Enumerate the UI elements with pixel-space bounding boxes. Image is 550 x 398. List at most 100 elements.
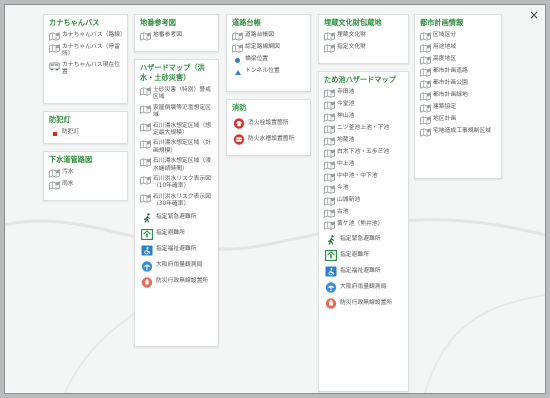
red-square-icon: [49, 129, 60, 138]
layer-item-label: 中中池・中下池: [337, 173, 378, 179]
layer-item[interactable]: 汚水: [44, 169, 127, 178]
layer-item[interactable]: 用途地域: [415, 44, 501, 53]
layer-item[interactable]: 大阪府雨量観測局: [319, 281, 408, 294]
layer-item-label: 神山池: [337, 113, 355, 119]
layer-item[interactable]: 道路台帳図: [227, 32, 310, 41]
layer-item[interactable]: 消火栓設置箇所: [227, 117, 310, 130]
shelter-icon: [324, 249, 338, 262]
map-layer-icon: [324, 113, 335, 122]
layer-item-label: 地区計画: [433, 116, 457, 122]
map-layer-icon: [324, 185, 335, 194]
layer-item[interactable]: 都市計画公園: [415, 80, 501, 89]
map-layer-icon: [324, 149, 335, 158]
layer-item[interactable]: 黄ケ池（熊井池）: [319, 221, 408, 230]
layer-item[interactable]: カナちゃんバス（停留所）: [44, 44, 127, 59]
layer-item-label: 橋梁位置: [245, 56, 269, 62]
panel-buried-cultural-property: 埋蔵文化財包蔵地 埋蔵文化財 指定文化財: [318, 14, 409, 64]
layer-item[interactable]: 石川洪水リスク表示図（30年確率）: [135, 194, 218, 209]
layer-item[interactable]: 防火水槽設置箇所: [227, 133, 310, 146]
layer-item[interactable]: 雨水: [44, 181, 127, 190]
map-layer-icon: [324, 173, 335, 182]
layer-item[interactable]: 中上池: [319, 161, 408, 170]
panel-urban-planning-info: 都市計画情報 区域区分用途地域高度地区都市計画道路 都市計画公園 都市計画緑地 建築協…: [414, 14, 502, 179]
layer-item[interactable]: 家屋倒壊等氾濫想定区域: [135, 105, 218, 120]
layer-item-label: 今堂池: [337, 101, 355, 107]
layer-item[interactable]: 神山池: [319, 113, 408, 122]
map-layer-icon: [324, 32, 335, 41]
map-layer-icon: [49, 181, 60, 190]
layer-item[interactable]: 今堂池: [319, 101, 408, 110]
layer-item[interactable]: 石川湯水想定区域（浸水継続時間）: [135, 158, 218, 173]
layer-item[interactable]: 中中池・中下池: [319, 173, 408, 182]
layer-item[interactable]: 都市計画道路: [415, 68, 501, 77]
layer-item[interactable]: 指定文化財: [319, 44, 408, 53]
radio-icon: [324, 297, 338, 310]
panel-title: ハザードマップ（洪水・土砂災害）: [140, 63, 205, 82]
layer-item[interactable]: 高度地区: [415, 56, 501, 65]
layer-item[interactable]: 埋蔵文化財: [319, 32, 408, 41]
layer-item[interactable]: トンネル位置: [227, 68, 310, 77]
map-layer-icon: [420, 44, 431, 53]
map-layer-icon: [324, 101, 335, 110]
layer-item[interactable]: 指定避難所: [135, 228, 218, 241]
layer-item[interactable]: 防災行政無線設置所: [319, 297, 408, 310]
layer-item[interactable]: カナちゃんバス（路線）: [44, 32, 127, 41]
layer-item[interactable]: 古池: [319, 209, 408, 218]
layer-item[interactable]: 指定緊急避難所: [135, 212, 218, 225]
panel-title: 都市計画情報: [420, 18, 464, 27]
layer-item-label: 黄ケ池（熊井池）: [337, 221, 384, 227]
map-layer-icon: [140, 158, 151, 168]
layer-item-label: 石川湯水想定区域（想定最大規模）: [153, 122, 211, 137]
layer-item-label: 石川湯水想定区域（計画規模）: [153, 140, 211, 154]
layer-item-label: 白木下池・五歩芒池: [337, 149, 390, 155]
layer-item[interactable]: 白木下池・五歩芒池: [319, 149, 408, 158]
welfare-shelter-icon: [324, 265, 338, 278]
layer-item[interactable]: 地区計画: [415, 116, 501, 125]
layer-item[interactable]: 橋梁位置: [227, 56, 310, 65]
layer-item-label: 指定緊急避難所: [156, 214, 197, 221]
layer-item-label: 指定福祉避難所: [156, 246, 197, 253]
layer-item[interactable]: 宅地造成工事規制区域: [415, 128, 501, 137]
layer-item-label: 石川洪水リスク表示図（30年確率）: [153, 193, 211, 208]
layer-item-label: 寺田池: [337, 89, 355, 95]
close-button[interactable]: ×: [527, 8, 541, 22]
map-layer-icon: [420, 104, 431, 113]
layer-item[interactable]: 寺田池: [319, 89, 408, 98]
layer-item[interactable]: 建築協定: [415, 104, 501, 113]
map-layer-icon: [420, 92, 431, 101]
layer-item[interactable]: 地蔵池: [319, 137, 408, 146]
layer-item[interactable]: 二ツ釜池上池・下池: [319, 125, 408, 134]
map-layer-icon: [324, 89, 335, 98]
map-layer-icon: [324, 44, 335, 53]
layer-item[interactable]: 石川湯水想定区域（想定最大規模）: [135, 123, 218, 138]
map-layer-icon: [232, 32, 243, 41]
layer-item[interactable]: カナちゃんバス現在位置: [44, 62, 127, 77]
map-layer-icon: [140, 122, 151, 132]
evacuation-person-icon: [324, 233, 338, 246]
layer-item[interactable]: 指定避難所: [319, 249, 408, 262]
layer-item-label: 古池: [337, 209, 349, 215]
evacuation-person-icon: [140, 212, 154, 225]
map-layer-icon: [49, 169, 60, 178]
layer-item[interactable]: 認定路線網図: [227, 44, 310, 53]
layer-item[interactable]: 山城新池: [319, 197, 408, 206]
layer-item[interactable]: 大阪府雨量観測局: [135, 260, 218, 273]
layer-item[interactable]: 防災行政無線設置所: [135, 276, 218, 289]
map-layer-icon: [420, 128, 431, 137]
layer-item[interactable]: 指定緊急避難所: [319, 233, 408, 246]
layer-item[interactable]: 地番参考図: [135, 32, 218, 41]
layer-item[interactable]: 石川洪水リスク表示図（10年確率）: [135, 176, 218, 191]
map-layer-icon: [420, 80, 431, 89]
layer-item-label: 指定福祉避難所: [340, 267, 381, 274]
layer-item[interactable]: 指定福祉避難所: [319, 265, 408, 278]
map-layer-icon: [140, 32, 151, 41]
layer-item[interactable]: 防犯灯: [44, 129, 127, 138]
layer-item[interactable]: 都市計画緑地: [415, 92, 501, 101]
layer-item[interactable]: 今池: [319, 185, 408, 194]
layer-item[interactable]: 土砂災害（特別）警戒区域: [135, 87, 218, 102]
panel-title: 道路台帳: [232, 18, 261, 27]
layer-item[interactable]: 石川湯水想定区域（計画規模）: [135, 140, 218, 155]
map-layer-icon: [49, 32, 60, 41]
layer-item[interactable]: 指定福祉避難所: [135, 244, 218, 257]
layer-item[interactable]: 区域区分: [415, 32, 501, 41]
